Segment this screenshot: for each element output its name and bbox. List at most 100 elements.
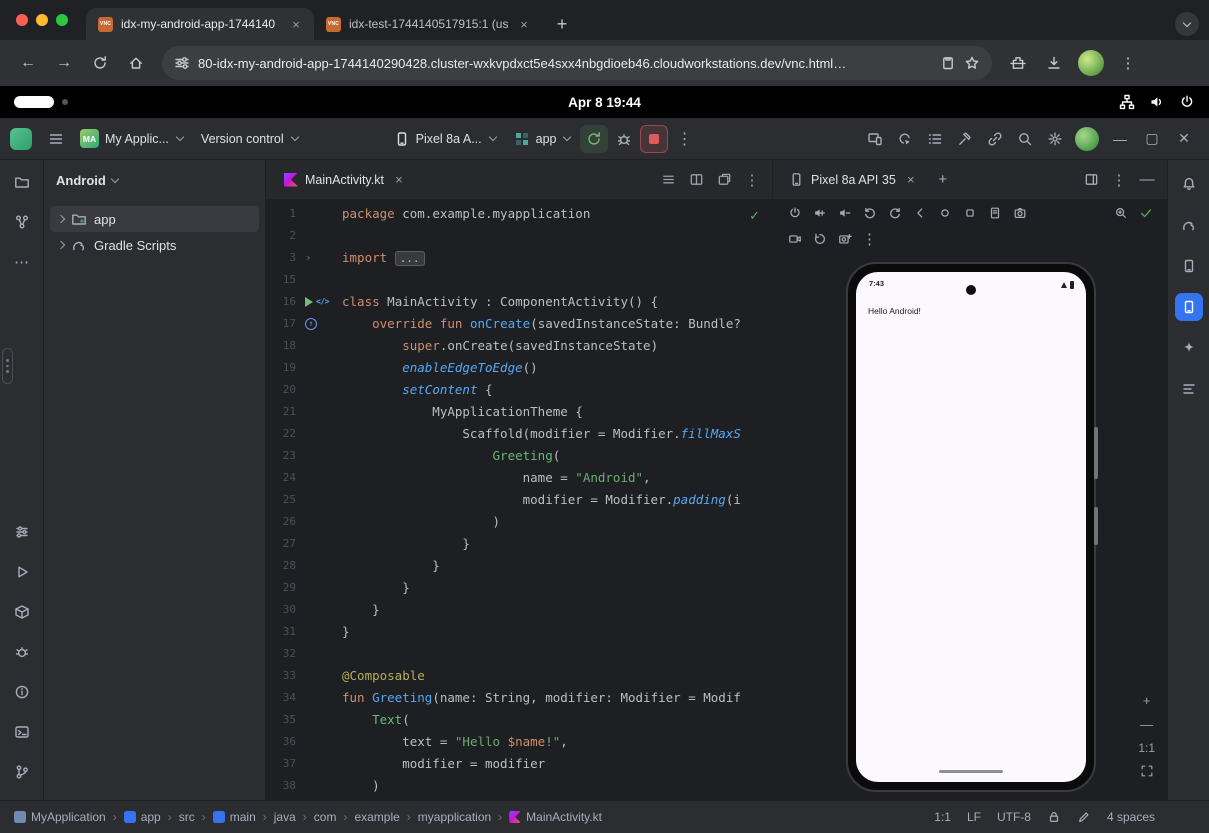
version-control-widget[interactable]: Version control <box>193 125 306 153</box>
code-line[interactable]: 26 ) <box>266 511 772 533</box>
zoom-level[interactable]: 1:1 <box>1138 741 1155 755</box>
project-wid[interactable]: MA My Applic... <box>72 125 191 153</box>
home-icon[interactable] <box>120 47 152 79</box>
search-icon[interactable] <box>1011 125 1039 153</box>
compose-preview-icon[interactable]: </> <box>316 291 329 313</box>
run-line-icon[interactable] <box>305 297 313 307</box>
rotate-right-icon[interactable] <box>883 202 906 224</box>
rotate-left-icon[interactable] <box>858 202 881 224</box>
code-line[interactable]: 38 ) <box>266 775 772 797</box>
code-line[interactable]: 16</>class MainActivity : ComponentActiv… <box>266 291 772 313</box>
code-editor[interactable]: 1package com.example.myapplication23›imp… <box>266 200 772 800</box>
split-editor-icon[interactable] <box>684 168 708 192</box>
ide-maximize-icon[interactable]: ▢ <box>1137 125 1167 153</box>
code-line[interactable]: 15 <box>266 269 772 291</box>
code-line[interactable]: 27 } <box>266 533 772 555</box>
ide-close-icon[interactable]: ✕ <box>1169 125 1199 153</box>
settings-gear-icon[interactable] <box>1041 125 1069 153</box>
device-power-icon[interactable] <box>783 202 806 224</box>
macos-fullscreen-button[interactable] <box>56 14 68 26</box>
close-device-tab-icon[interactable]: × <box>903 172 919 188</box>
fit-screen-icon[interactable] <box>1140 764 1154 778</box>
breadcrumb-item[interactable]: com <box>314 810 337 824</box>
tool-window-handle[interactable] <box>2 348 13 384</box>
reset-icon[interactable] <box>808 228 831 250</box>
project-view-selector[interactable]: Android <box>44 160 265 200</box>
code-line[interactable]: 18 super.onCreate(savedInstanceState) <box>266 335 772 357</box>
screen-record-icon[interactable] <box>783 228 806 250</box>
panel-options-icon[interactable]: ⋮ <box>1107 168 1131 192</box>
profile-avatar[interactable] <box>1078 50 1104 76</box>
browser-tab-inactive[interactable]: VNC idx-test-1744140517915:1 (us × <box>314 8 542 40</box>
device-more-icon[interactable]: ⋮ <box>858 228 881 250</box>
extensions-icon[interactable] <box>1002 47 1034 79</box>
code-line[interactable]: 25 modifier = Modifier.padding(i <box>266 489 772 511</box>
volume-down-icon[interactable] <box>833 202 856 224</box>
macos-close-button[interactable] <box>16 14 28 26</box>
close-tab-icon[interactable]: × <box>516 16 532 32</box>
more-tools-icon[interactable]: ⋯ <box>8 248 36 276</box>
address-bar[interactable]: 80-idx-my-android-app-1744140290428.clus… <box>162 46 992 80</box>
panel-layout-icon[interactable] <box>1079 168 1103 192</box>
detach-editor-icon[interactable] <box>712 168 736 192</box>
cursor-position[interactable]: 1:1 <box>934 810 951 824</box>
code-line[interactable]: 29 } <box>266 577 772 599</box>
ide-minimize-icon[interactable]: — <box>1105 125 1135 153</box>
zoom-in-icon[interactable]: + <box>1143 693 1151 708</box>
code-line[interactable]: 2 <box>266 225 772 247</box>
device-manager-icon[interactable] <box>1175 252 1203 280</box>
editor-tab-mainactivity[interactable]: MainActivity.kt × <box>274 160 417 200</box>
dependencies-icon[interactable] <box>8 598 36 626</box>
app-insights-icon[interactable] <box>8 638 36 666</box>
code-line[interactable]: 36 text = "Hello $name!", <box>266 731 772 753</box>
code-line[interactable]: 19 enableEdgeToEdge() <box>266 357 772 379</box>
stop-button[interactable] <box>640 125 668 153</box>
inspect-icon[interactable] <box>891 125 919 153</box>
rerun-button[interactable] <box>580 125 608 153</box>
build-variants-icon[interactable] <box>8 518 36 546</box>
code-line[interactable]: 28 } <box>266 555 772 577</box>
reload-icon[interactable] <box>84 47 116 79</box>
logcat-icon[interactable] <box>1175 375 1203 403</box>
volume-up-icon[interactable] <box>808 202 831 224</box>
ide-avatar[interactable] <box>1075 127 1099 151</box>
gradle-tool-icon[interactable] <box>1175 211 1203 239</box>
debug-button[interactable] <box>610 125 638 153</box>
breadcrumb-item[interactable]: app <box>124 810 161 824</box>
screenshot-camera-icon[interactable] <box>1008 202 1031 224</box>
code-line[interactable]: 32 <box>266 643 772 665</box>
tree-item-gradle-scripts[interactable]: Gradle Scripts <box>50 232 259 258</box>
gemini-icon[interactable] <box>1175 334 1203 362</box>
code-line[interactable]: 23 Greeting( <box>266 445 772 467</box>
android-overview-icon[interactable] <box>958 202 981 224</box>
breadcrumb-item[interactable]: main <box>213 810 256 824</box>
build-icon[interactable] <box>951 125 979 153</box>
inspections-ok-icon[interactable]: ✓ <box>749 208 760 224</box>
code-line[interactable]: 17↑ override fun onCreate(savedInstanceS… <box>266 313 772 335</box>
editor-list-icon[interactable] <box>656 168 680 192</box>
code-line[interactable]: 3›import ... <box>266 247 772 269</box>
chevron-right-icon[interactable] <box>57 241 65 249</box>
site-info-icon[interactable] <box>174 55 190 71</box>
code-line[interactable]: 1package com.example.myapplication <box>266 203 772 225</box>
tab-search-button[interactable] <box>1175 12 1199 36</box>
indent-setting[interactable]: 4 spaces <box>1107 810 1155 824</box>
code-line[interactable]: 37 modifier = modifier <box>266 753 772 775</box>
structure-tool-icon[interactable] <box>8 208 36 236</box>
android-back-icon[interactable] <box>908 202 931 224</box>
fold-chevron-icon[interactable]: › <box>305 247 312 269</box>
vnc-control-handle[interactable] <box>14 96 54 108</box>
link-icon[interactable] <box>981 125 1009 153</box>
code-line[interactable]: 31} <box>266 621 772 643</box>
code-line[interactable]: 22 Scaffold(modifier = Modifier.fillMaxS <box>266 423 772 445</box>
task-list-icon[interactable] <box>921 125 949 153</box>
close-tab-icon[interactable]: × <box>288 16 304 32</box>
code-line[interactable]: 35 Text( <box>266 709 772 731</box>
code-line[interactable]: 33@Composable <box>266 665 772 687</box>
run-tool-icon[interactable] <box>8 558 36 586</box>
code-line[interactable]: 24 name = "Android", <box>266 467 772 489</box>
tree-item-app[interactable]: app <box>50 206 259 232</box>
code-line[interactable]: 20 setContent { <box>266 379 772 401</box>
running-devices-icon[interactable] <box>1175 293 1203 321</box>
problems-icon[interactable] <box>8 678 36 706</box>
